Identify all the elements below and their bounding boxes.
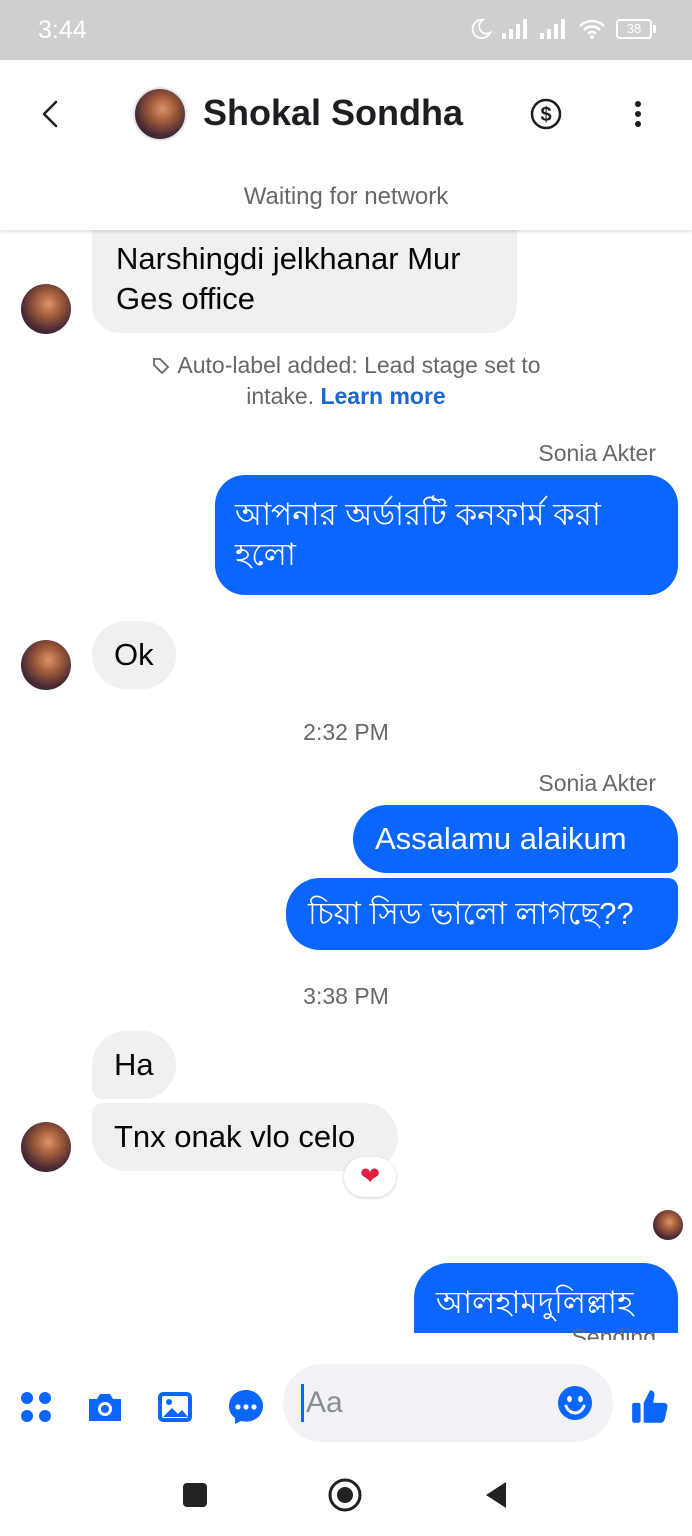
- timestamp: 3:38 PM: [303, 983, 389, 1009]
- message-text: আলহামদুলিল্লাহ: [436, 1285, 634, 1320]
- chat-more-icon[interactable]: [226, 1387, 266, 1427]
- battery-level: 38: [616, 19, 652, 39]
- contact-name[interactable]: Shokal Sondha: [203, 92, 463, 134]
- moon-icon: [471, 18, 492, 39]
- auto-label-text-2: intake.: [246, 383, 315, 409]
- auto-label-notice: Auto-label added: Lead stage set to inta…: [0, 350, 692, 412]
- sender-name: Sonia Akter: [538, 770, 656, 796]
- message-text: Tnx onak vlo celo: [114, 1119, 356, 1154]
- message-status: Sending: [572, 1322, 656, 1340]
- emoji-icon[interactable]: [557, 1385, 593, 1421]
- camera-icon[interactable]: [85, 1387, 125, 1427]
- outgoing-message[interactable]: Assalamu alaikum: [353, 805, 678, 873]
- svg-text:$: $: [540, 104, 551, 126]
- chat-header: Shokal Sondha $ Waiting for network: [0, 60, 692, 230]
- sender-avatar[interactable]: [21, 1122, 71, 1172]
- home-icon[interactable]: [327, 1477, 363, 1513]
- message-text: চিয়া সিড ভালো লাগছে??: [308, 896, 634, 931]
- message-text: Ok: [114, 637, 154, 672]
- contact-avatar[interactable]: [133, 87, 187, 141]
- message-input-container: [283, 1364, 613, 1442]
- message-text: হলো: [235, 537, 296, 572]
- back-arrow-icon[interactable]: [34, 96, 70, 132]
- label-icon: [153, 358, 170, 375]
- sender-avatar[interactable]: [21, 284, 71, 334]
- sender-name: Sonia Akter: [538, 440, 656, 466]
- timestamp: 2:32 PM: [303, 719, 389, 745]
- reaction-badge[interactable]: ❤: [344, 1157, 396, 1197]
- nav-back-icon[interactable]: [478, 1477, 514, 1513]
- learn-more-link[interactable]: Learn more: [320, 383, 445, 409]
- signal-icon: [540, 19, 565, 39]
- incoming-message[interactable]: Ha: [92, 1031, 176, 1099]
- heart-icon: ❤: [359, 1163, 381, 1190]
- outgoing-message[interactable]: আপনার অর্ডারটি কনফার্ম করা হলো: [215, 475, 678, 595]
- status-time: 3:44: [38, 16, 87, 44]
- status-icons: 38: [470, 18, 656, 40]
- system-nav-bar: [0, 1455, 692, 1536]
- sender-avatar[interactable]: [21, 640, 71, 690]
- auto-label-text: Auto-label added: Lead stage set to: [177, 352, 541, 378]
- battery-icon: 38: [616, 19, 656, 39]
- network-status: Waiting for network: [243, 183, 449, 210]
- signal-icon: [502, 19, 527, 39]
- incoming-message[interactable]: Narshingdi jelkhanar Mur Ges office: [92, 230, 517, 333]
- composer-bar: [0, 1355, 692, 1455]
- message-text: Narshingdi jelkhanar Mur: [116, 241, 461, 276]
- message-text: Ges office: [116, 281, 256, 316]
- message-input[interactable]: [301, 1384, 551, 1422]
- dollar-icon[interactable]: $: [528, 96, 564, 132]
- message-list[interactable]: Narshingdi jelkhanar Mur Ges office Auto…: [0, 230, 692, 1340]
- wifi-icon: [579, 19, 605, 39]
- message-text: আপনার অর্ডারটি কনফার্ম করা: [235, 497, 601, 532]
- message-text: Assalamu alaikum: [375, 821, 627, 856]
- gallery-icon[interactable]: [155, 1387, 195, 1427]
- menu-grid-icon[interactable]: [16, 1387, 56, 1427]
- message-text: Ha: [114, 1047, 154, 1082]
- sending-text: Sending: [571, 1324, 656, 1340]
- recents-icon[interactable]: [177, 1477, 213, 1513]
- incoming-message[interactable]: Ok: [92, 621, 176, 689]
- outgoing-message[interactable]: চিয়া সিড ভালো লাগছে??: [286, 878, 678, 950]
- like-icon[interactable]: [629, 1385, 671, 1427]
- more-vert-icon[interactable]: [626, 96, 650, 132]
- status-bar: 3:44 38: [0, 0, 692, 60]
- seen-avatar: [653, 1210, 683, 1240]
